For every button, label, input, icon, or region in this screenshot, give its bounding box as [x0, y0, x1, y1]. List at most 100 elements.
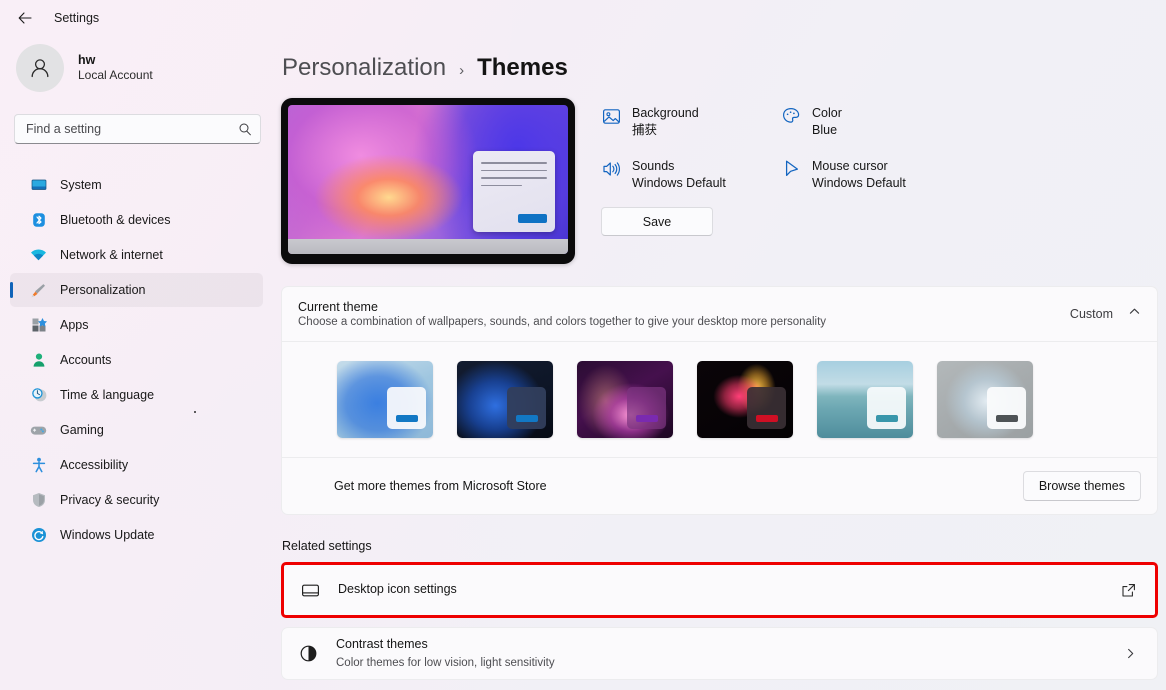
wifi-icon	[30, 247, 47, 264]
sidebar-item-label: Time & language	[60, 388, 155, 402]
cursor-icon	[781, 159, 801, 179]
sidebar-item-apps[interactable]: Apps	[10, 308, 263, 342]
theme-thumbnail-windows-dark[interactable]	[457, 361, 553, 438]
option-mouse-cursor[interactable]: Mouse cursor Windows Default	[781, 158, 1158, 193]
sidebar-item-accounts[interactable]: Accounts	[10, 343, 263, 377]
sidebar-item-label: Privacy & security	[60, 493, 160, 507]
mock-accent-button	[518, 214, 547, 223]
store-label: Get more themes from Microsoft Store	[334, 479, 547, 493]
cursor-dot	[194, 411, 196, 413]
bluetooth-icon	[30, 212, 47, 229]
search-icon[interactable]	[235, 119, 255, 139]
account-name: hw	[78, 52, 96, 67]
theme-thumbnail-sunrise[interactable]	[817, 361, 913, 438]
theme-thumbnail-captured-motion[interactable]	[937, 361, 1033, 438]
option-value: Blue	[812, 123, 838, 138]
current-theme-value: Custom	[1069, 307, 1113, 321]
apps-icon	[30, 317, 47, 334]
back-button[interactable]	[8, 3, 42, 33]
current-theme-description: Choose a combination of wallpapers, soun…	[298, 316, 827, 328]
sidebar-item-label: System	[60, 178, 102, 192]
browse-themes-button[interactable]: Browse themes	[1022, 471, 1141, 501]
window-title: Settings	[54, 11, 100, 25]
option-color[interactable]: Color Blue	[781, 105, 1158, 140]
option-title: Background	[632, 106, 699, 120]
option-background[interactable]: Background 捕获	[601, 105, 773, 140]
monitor-icon	[30, 177, 47, 194]
content-area: Personalization › Themes Background 捕获 C…	[276, 36, 1166, 690]
sidebar-item-gaming[interactable]: Gaming	[10, 413, 263, 447]
breadcrumb-separator: ›	[459, 62, 465, 79]
accessibility-icon	[30, 457, 47, 474]
sidebar-item-bluetooth-devices[interactable]: Bluetooth & devices	[10, 203, 263, 237]
magnifier-icon	[239, 123, 251, 136]
theme-thumbnail-flow[interactable]	[697, 361, 793, 438]
sidebar-item-label: Network & internet	[60, 248, 163, 262]
theme-thumbnail-windows-light[interactable]	[337, 361, 433, 438]
theme-preview-area: Background 捕获 Color Blue Sounds Windows …	[281, 98, 1158, 264]
current-theme-header[interactable]: Current theme Choose a combination of wa…	[282, 287, 1157, 341]
option-value: Windows Default	[812, 175, 906, 190]
account-block[interactable]: hw Local Account	[10, 36, 263, 92]
related-row-description: Color themes for low vision, light sensi…	[336, 656, 555, 669]
related-row-contrast-themes[interactable]: Contrast themes Color themes for low vis…	[281, 627, 1158, 680]
breadcrumb-parent[interactable]: Personalization	[282, 54, 446, 82]
sidebar-item-label: Gaming	[60, 423, 104, 437]
sidebar-nav: System Bluetooth & devices Network & int…	[10, 168, 263, 552]
title-bar: Settings	[0, 0, 1166, 36]
search-box	[14, 114, 261, 144]
avatar	[16, 44, 64, 92]
gamepad-icon	[30, 422, 47, 439]
sidebar-item-windows-update[interactable]: Windows Update	[10, 518, 263, 552]
theme-thumbnail-glow[interactable]	[577, 361, 673, 438]
sidebar-item-time-language[interactable]: Time & language	[10, 378, 263, 412]
sidebar-item-network-internet[interactable]: Network & internet	[10, 238, 263, 272]
option-value: 捕获	[632, 123, 658, 138]
theme-preview-monitor	[281, 98, 575, 264]
sidebar-item-label: Personalization	[60, 283, 146, 297]
theme-thumbnails	[282, 342, 1157, 457]
sidebar-item-personalization[interactable]: Personalization	[10, 273, 263, 307]
contrast-icon	[298, 643, 319, 664]
breadcrumb: Personalization › Themes	[281, 54, 1158, 82]
option-value: Windows Default	[632, 175, 726, 190]
store-row: Get more themes from Microsoft Store Bro…	[282, 458, 1157, 514]
related-row-title: Contrast themes	[336, 637, 428, 652]
sidebar-item-privacy-security[interactable]: Privacy & security	[10, 483, 263, 517]
external-link-icon[interactable]	[1118, 580, 1138, 600]
palette-icon	[781, 106, 801, 126]
save-button[interactable]: Save	[601, 207, 713, 236]
page-title: Themes	[477, 54, 568, 81]
app-shell: hw Local Account Find a setting System B…	[0, 36, 1166, 690]
chevron-right-icon[interactable]	[1120, 644, 1140, 664]
mock-window	[473, 151, 555, 232]
image-icon	[601, 106, 621, 126]
sidebar-item-label: Accessibility	[60, 458, 129, 472]
related-settings-label: Related settings	[282, 539, 372, 553]
chevron-up-icon[interactable]	[1128, 305, 1141, 323]
sidebar-item-label: Accounts	[60, 353, 112, 367]
sidebar-item-accessibility[interactable]: Accessibility	[10, 448, 263, 482]
sidebar-item-label: Bluetooth & devices	[60, 213, 171, 227]
sidebar-item-label: Apps	[60, 318, 89, 332]
option-sounds[interactable]: Sounds Windows Default	[601, 158, 773, 193]
current-theme-title: Current theme	[298, 300, 378, 314]
option-title: Color	[812, 106, 842, 120]
back-arrow-icon	[18, 12, 32, 24]
paintbrush-icon	[30, 282, 47, 299]
sidebar-item-label: Windows Update	[60, 528, 155, 542]
related-row-desktop-icon-settings[interactable]: Desktop icon settings	[281, 562, 1158, 618]
option-title: Sounds	[632, 158, 675, 173]
sidebar: hw Local Account Find a setting System B…	[0, 36, 276, 690]
wallpaper-preview	[288, 105, 568, 254]
sidebar-item-system[interactable]: System	[10, 168, 263, 202]
update-icon	[30, 527, 47, 544]
current-theme-card: Current theme Choose a combination of wa…	[281, 286, 1158, 515]
theme-options: Background 捕获 Color Blue Sounds Windows …	[601, 98, 1158, 236]
clock-icon	[30, 387, 47, 404]
person-icon	[30, 352, 47, 369]
speaker-icon	[601, 159, 621, 179]
desktop-icon	[300, 580, 321, 601]
person-avatar-icon	[31, 59, 49, 78]
search-input[interactable]	[14, 114, 261, 144]
